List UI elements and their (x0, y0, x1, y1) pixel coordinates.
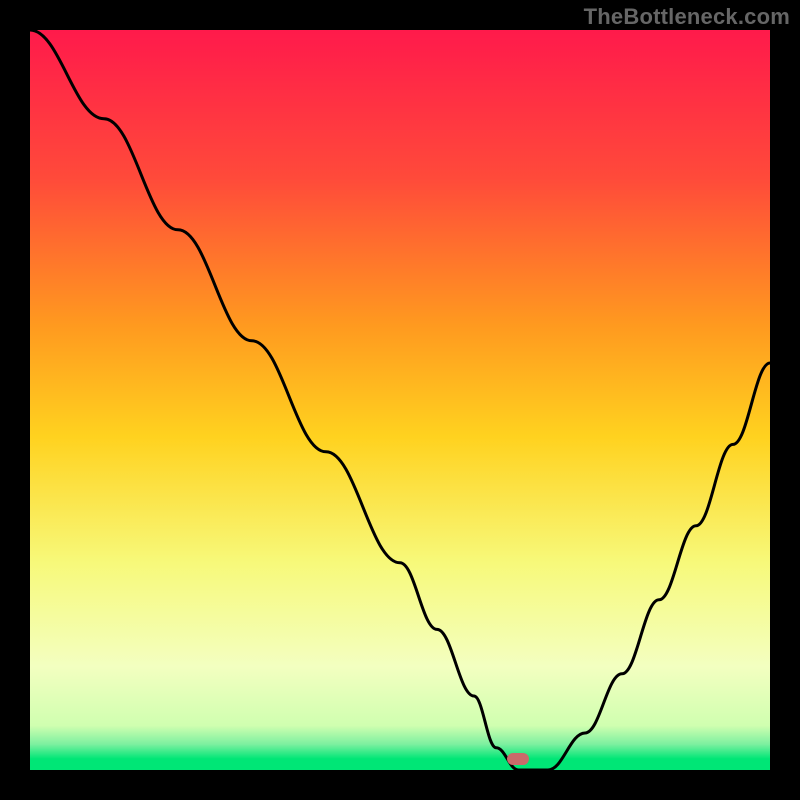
optimal-marker (507, 753, 529, 765)
curve-layer (30, 30, 770, 770)
chart-frame: TheBottleneck.com (0, 0, 800, 800)
watermark-text: TheBottleneck.com (584, 4, 790, 30)
plot-area (30, 30, 770, 770)
bottleneck-curve (30, 30, 770, 770)
